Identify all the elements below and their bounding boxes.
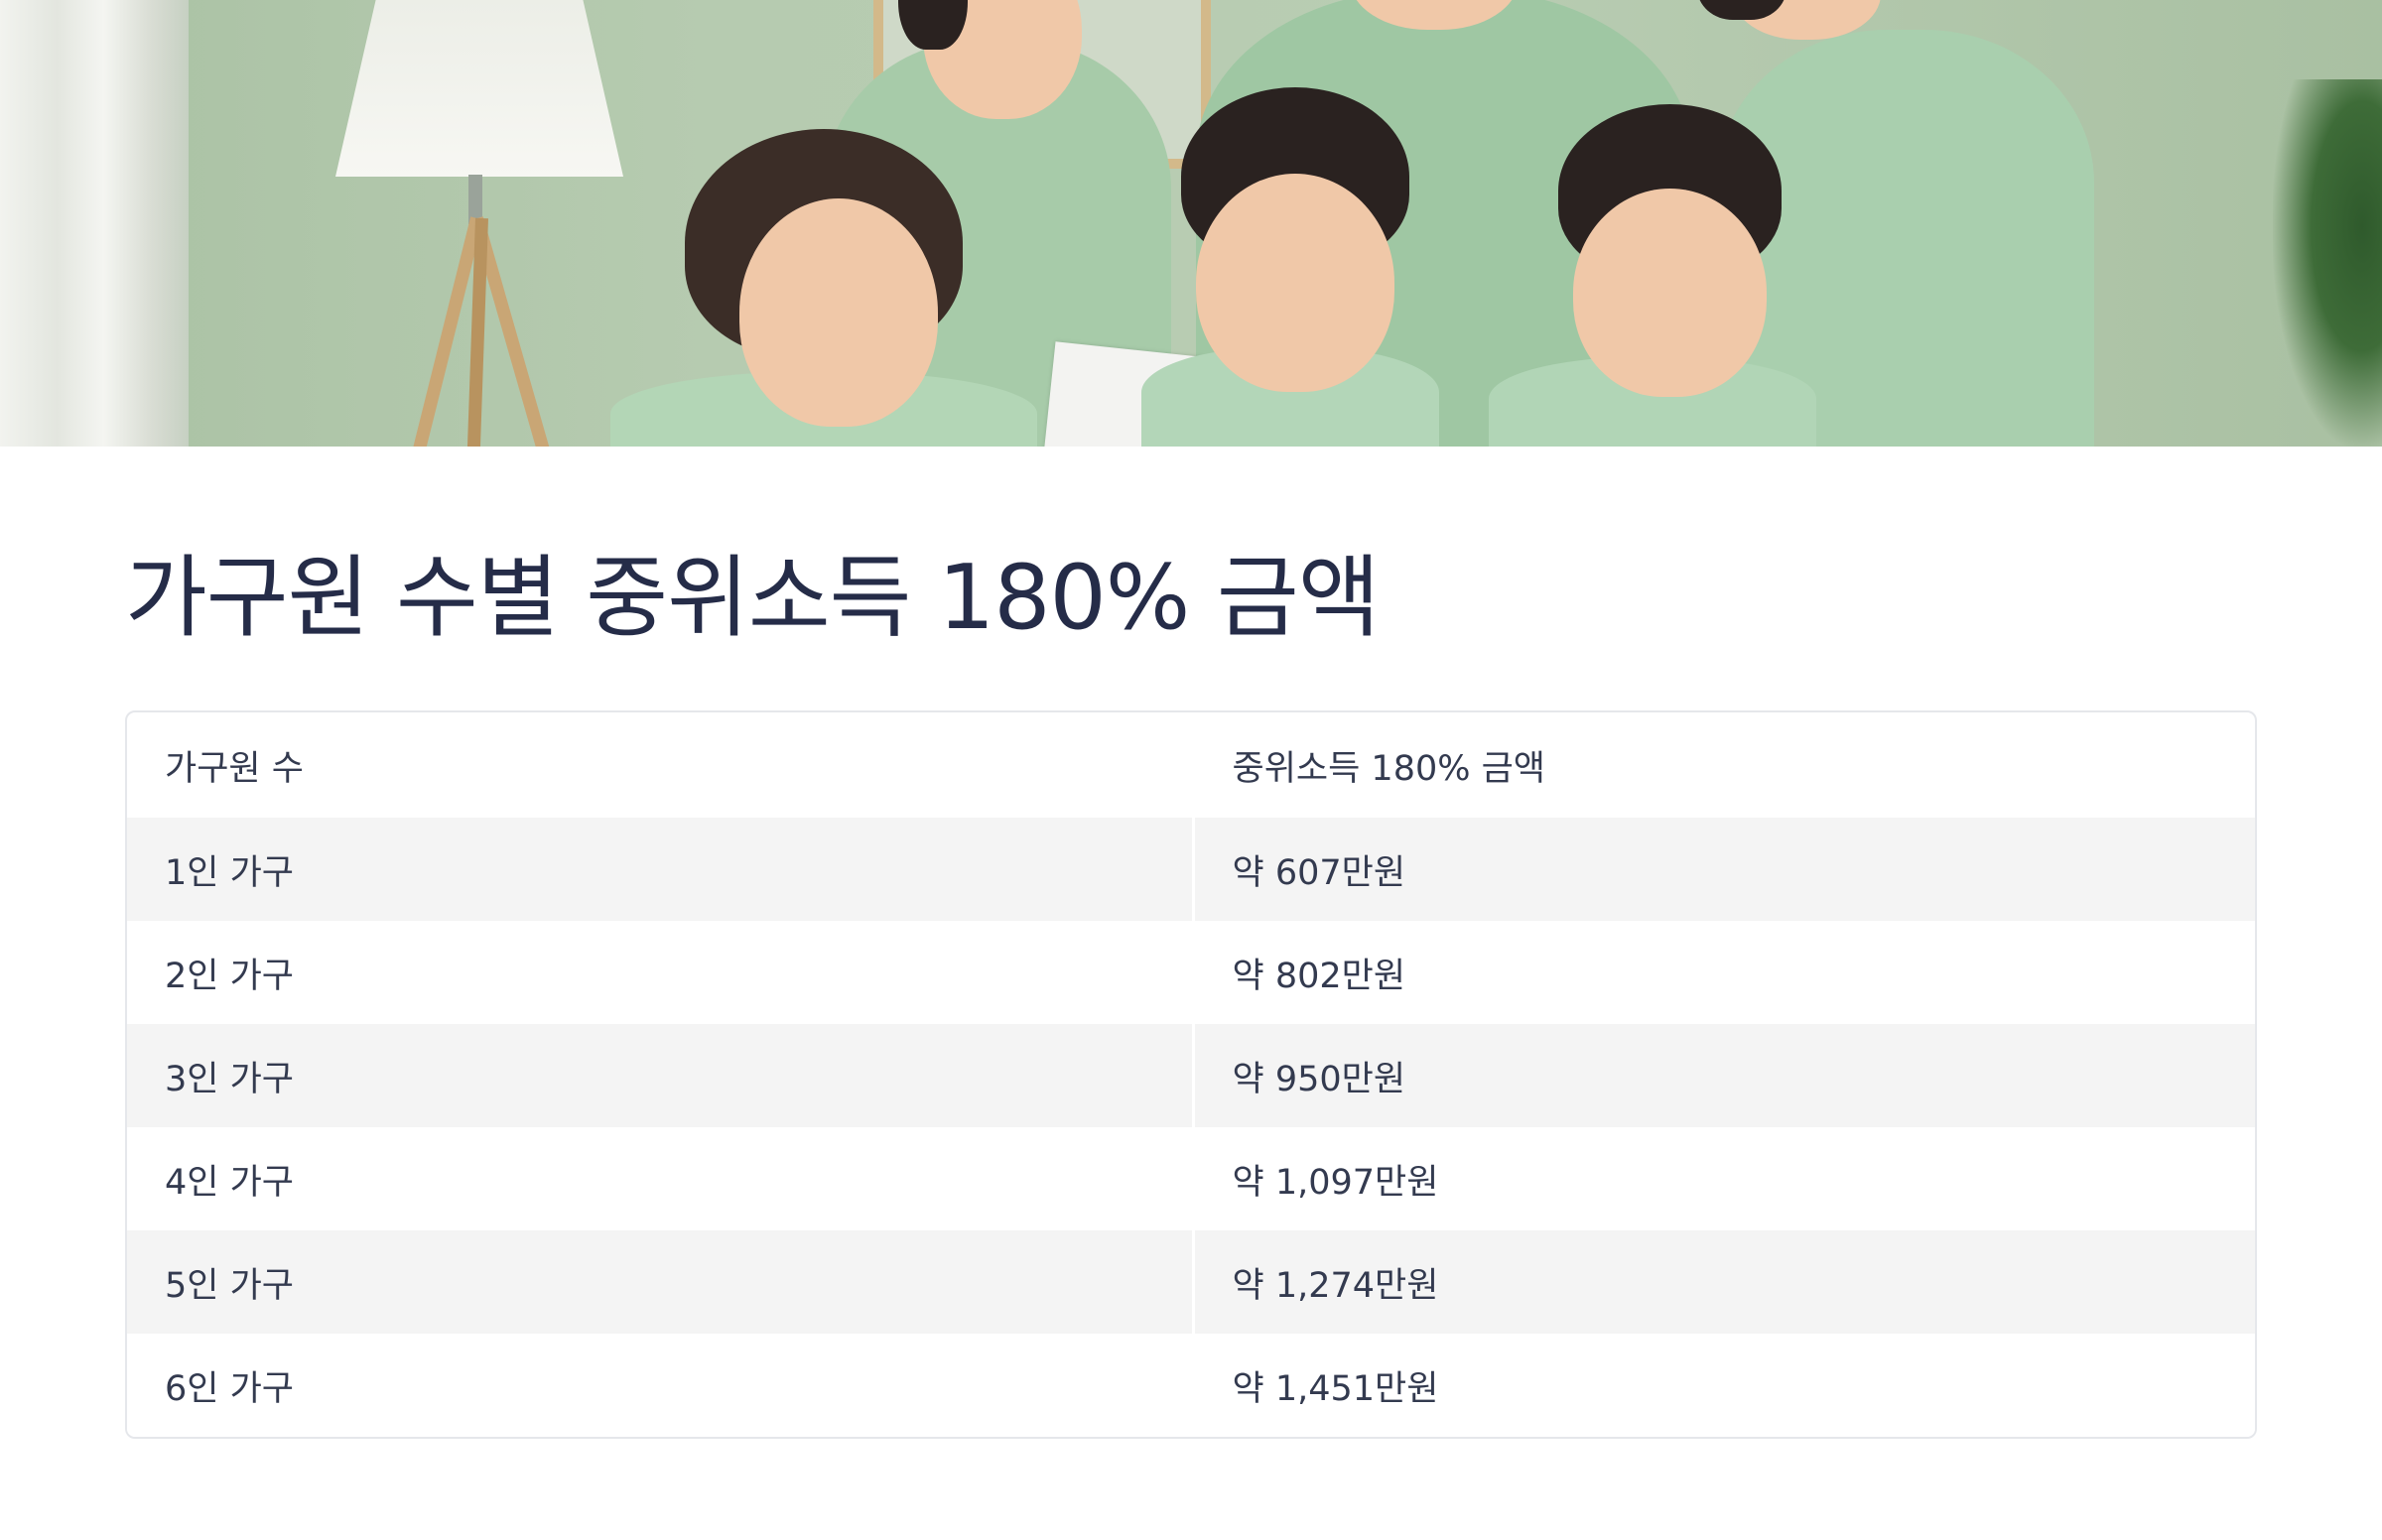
household-size-cell: 2인 가구 (127, 921, 1195, 1024)
income-table-grid: 가구원 수 중위소득 180% 금액 1인 가구 약 607만원 2인 가구 약… (127, 712, 2255, 1437)
income-amount-cell: 약 950만원 (1193, 1024, 2255, 1127)
page-title: 가구원 수별 중위소득 180% 금액 (125, 546, 1381, 650)
lamp-shade (335, 0, 623, 177)
table-row: 6인 가구 약 1,451만원 (127, 1334, 2255, 1437)
household-size-cell: 3인 가구 (127, 1024, 1195, 1127)
household-size-cell: 1인 가구 (127, 818, 1195, 921)
table-row: 1인 가구 약 607만원 (127, 818, 2255, 921)
hero-image (0, 0, 2382, 447)
income-amount-cell: 약 1,097만원 (1193, 1127, 2255, 1230)
table-row: 2인 가구 약 802만원 (127, 921, 2255, 1024)
column-header-income-amount: 중위소득 180% 금액 (1232, 748, 1546, 789)
income-amount-cell: 약 1,451만원 (1193, 1334, 2255, 1437)
income-table: 가구원 수 중위소득 180% 금액 1인 가구 약 607만원 2인 가구 약… (125, 710, 2257, 1439)
income-amount-cell: 약 607만원 (1193, 818, 2255, 921)
table-row: 4인 가구 약 1,097만원 (127, 1127, 2255, 1230)
column-header-household-size: 가구원 수 (127, 712, 1195, 818)
table-row: 5인 가구 약 1,274만원 (127, 1230, 2255, 1334)
table-header-row: 가구원 수 중위소득 180% 금액 (127, 712, 2255, 818)
household-size-cell: 5인 가구 (127, 1230, 1195, 1334)
household-size-cell: 4인 가구 (127, 1127, 1195, 1230)
household-size-cell: 6인 가구 (127, 1334, 1195, 1437)
plant (2273, 79, 2382, 447)
curtain (0, 0, 189, 447)
income-amount-cell: 약 802만원 (1193, 921, 2255, 1024)
income-amount-cell: 약 1,274만원 (1193, 1230, 2255, 1334)
table-row: 3인 가구 약 950만원 (127, 1024, 2255, 1127)
